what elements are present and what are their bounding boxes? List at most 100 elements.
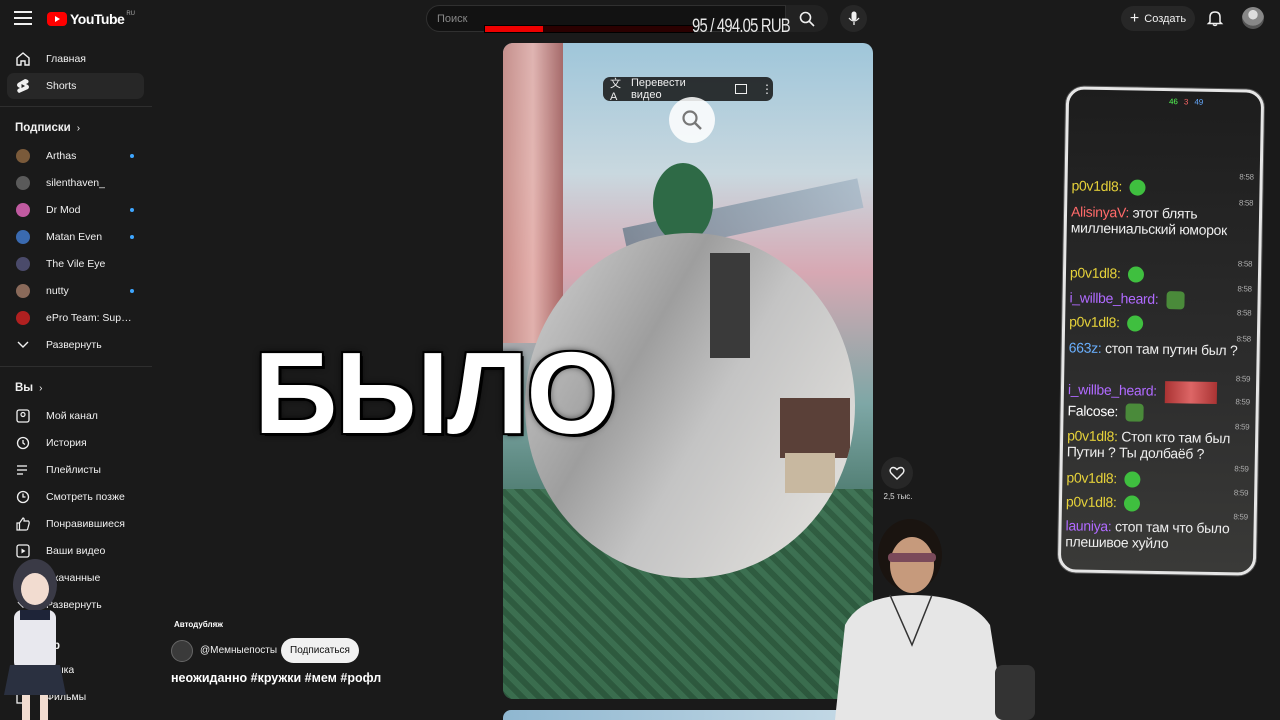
channel-icon bbox=[14, 407, 32, 425]
sidebar-item-label: Смотреть позже bbox=[46, 491, 125, 503]
chat-time: 8:59 bbox=[1233, 488, 1249, 498]
sidebar-item-home[interactable]: Главная bbox=[7, 46, 144, 72]
chat-message: launiya: стоп там что было плешивое хуйл… bbox=[1065, 512, 1248, 552]
more-options-icon[interactable]: ⋮ bbox=[761, 83, 773, 95]
watch-later-icon bbox=[14, 488, 32, 506]
new-content-dot bbox=[130, 289, 134, 293]
video-overlay-caption: БЫЛО bbox=[254, 328, 617, 458]
donation-progress-fill bbox=[485, 26, 544, 32]
like-icon bbox=[14, 515, 32, 533]
chat-status-bar: 46 3 49 bbox=[1169, 97, 1203, 107]
logo-text: YouTube bbox=[70, 11, 125, 27]
chat-nick: i_willbe_heard: bbox=[1067, 381, 1158, 399]
subscriptions-title: Подписки bbox=[15, 122, 71, 134]
sidebar-item-label: Dr Mod bbox=[46, 204, 81, 216]
mic-icon bbox=[848, 11, 859, 25]
youtube-logo[interactable]: YouTube RU bbox=[47, 11, 135, 27]
chat-nick: i_willbe_heard: bbox=[1069, 289, 1159, 307]
notifications-bell-icon[interactable] bbox=[1206, 9, 1224, 27]
chat-time: 8:58 bbox=[1237, 259, 1253, 269]
chat-time: 8:58 bbox=[1238, 198, 1254, 208]
donation-amount: 95 / 494.05 RUB bbox=[692, 16, 791, 37]
chat-message: p0v1dl8: 8:58 bbox=[1069, 308, 1251, 333]
fullscreen-icon[interactable] bbox=[735, 84, 747, 94]
search-button[interactable] bbox=[786, 5, 828, 32]
like-count: 2,5 тыс. bbox=[883, 492, 913, 501]
chat-nick: launiya: bbox=[1065, 517, 1112, 535]
youtube-play-icon bbox=[47, 12, 67, 26]
channel-avatar-icon bbox=[14, 174, 32, 192]
new-content-dot bbox=[130, 208, 134, 212]
channel-name[interactable]: @Мемныепосты bbox=[200, 645, 277, 656]
like-button[interactable] bbox=[881, 457, 913, 489]
new-content-dot bbox=[130, 235, 134, 239]
create-button[interactable]: + Создать bbox=[1121, 6, 1195, 31]
voice-search-button[interactable] bbox=[840, 5, 867, 32]
sidebar-item-label: Matan Even bbox=[46, 231, 103, 243]
sidebar-item-playlists[interactable]: Плейлисты bbox=[7, 457, 144, 483]
channel-avatar-icon bbox=[14, 282, 32, 300]
account-avatar[interactable] bbox=[1242, 7, 1264, 29]
chat-stat-c: 49 bbox=[1194, 97, 1204, 107]
sidebar-item-channel[interactable]: Мой канал bbox=[7, 403, 144, 429]
sidebar-item-subscription[interactable]: The Vile Eye bbox=[7, 251, 144, 277]
sidebar-item-subscription[interactable]: silenthaven_ bbox=[7, 170, 144, 196]
chat-emote bbox=[1129, 179, 1146, 197]
translate-label: Перевести видео bbox=[630, 77, 686, 101]
sidebar-item-label: nutty bbox=[46, 285, 69, 297]
new-content-dot bbox=[130, 154, 134, 158]
sidebar-item-history[interactable]: История bbox=[7, 430, 144, 456]
chat-message: i_willbe_heard: 8:59 bbox=[1067, 374, 1250, 404]
playlists-icon bbox=[14, 461, 32, 479]
sidebar-item-shorts[interactable]: Shorts bbox=[7, 73, 144, 99]
sidebar-item-subscription[interactable]: Arthas bbox=[7, 143, 144, 169]
sidebar-item-label: ePro Team: Suppor... bbox=[46, 312, 136, 324]
sidebar-item-label: Главная bbox=[46, 53, 86, 65]
channel-avatar-icon bbox=[14, 309, 32, 327]
sidebar-item-label: Мой канал bbox=[46, 410, 98, 422]
chat-nick: p0v1dl8: bbox=[1069, 264, 1121, 282]
video-panel-shape bbox=[785, 453, 835, 493]
sidebar-item-watch-later[interactable]: Смотреть позже bbox=[7, 484, 144, 510]
chat-nick: 663z: bbox=[1068, 339, 1102, 356]
chat-message: Falcose: 8:59 bbox=[1067, 397, 1250, 423]
channel-avatar[interactable] bbox=[171, 640, 193, 662]
next-video-preview[interactable] bbox=[503, 710, 873, 720]
subscribe-button[interactable]: Подписаться bbox=[281, 638, 359, 663]
sidebar-item-subscription[interactable]: ePro Team: Suppor... bbox=[7, 305, 144, 331]
sidebar-item-subscription[interactable]: Matan Even bbox=[7, 224, 144, 250]
chat-emote bbox=[1124, 471, 1141, 488]
sidebar-item-label: The Vile Eye bbox=[46, 258, 106, 270]
sidebar-item-like[interactable]: Понравившиеся bbox=[7, 511, 144, 537]
video-castle-scene bbox=[503, 43, 563, 343]
donation-progress-bar bbox=[484, 25, 694, 33]
chat-time: 8:59 bbox=[1234, 464, 1249, 474]
chat-time: 8:59 bbox=[1235, 374, 1251, 384]
search-icon bbox=[799, 11, 815, 27]
magnifier-icon bbox=[682, 110, 702, 130]
sidebar-item-subscription[interactable]: Dr Mod bbox=[7, 197, 144, 223]
video-door-shape bbox=[710, 253, 750, 358]
menu-icon[interactable] bbox=[14, 11, 32, 25]
chat-message: p0v1dl8: 8:58 bbox=[1069, 259, 1252, 284]
channel-avatar-icon bbox=[14, 201, 32, 219]
sidebar-item-label: silenthaven_ bbox=[46, 177, 105, 189]
chat-time: 8:58 bbox=[1236, 308, 1252, 318]
chat-message: 663z: стоп там путин был ? 8:58 bbox=[1068, 334, 1251, 358]
chat-time: 8:58 bbox=[1239, 172, 1254, 182]
chat-nick: p0v1dl8: bbox=[1069, 313, 1120, 331]
sidebar-item-label: Плейлисты bbox=[46, 464, 101, 476]
subscriptions-heading[interactable]: Подписки › bbox=[15, 122, 80, 134]
home-icon bbox=[14, 50, 32, 68]
channel-avatar-icon bbox=[14, 147, 32, 165]
sidebar-item-subscription[interactable]: nutty bbox=[7, 278, 144, 304]
stream-chat-overlay: 46 3 49 p0v1dl8: 8:58 AlisinyaV: этот бля… bbox=[1057, 86, 1265, 576]
chat-message: p0v1dl8: 8:58 bbox=[1071, 172, 1254, 197]
sidebar-divider bbox=[0, 366, 152, 367]
you-heading[interactable]: Вы › bbox=[15, 382, 42, 394]
sidebar-item-expand-subscriptions[interactable]: Развернуть bbox=[7, 332, 144, 358]
autodub-label: Автодубляж bbox=[174, 620, 223, 629]
sidebar-item-label: Развернуть bbox=[46, 339, 102, 351]
heart-icon bbox=[889, 466, 905, 480]
sidebar-divider bbox=[0, 106, 152, 107]
